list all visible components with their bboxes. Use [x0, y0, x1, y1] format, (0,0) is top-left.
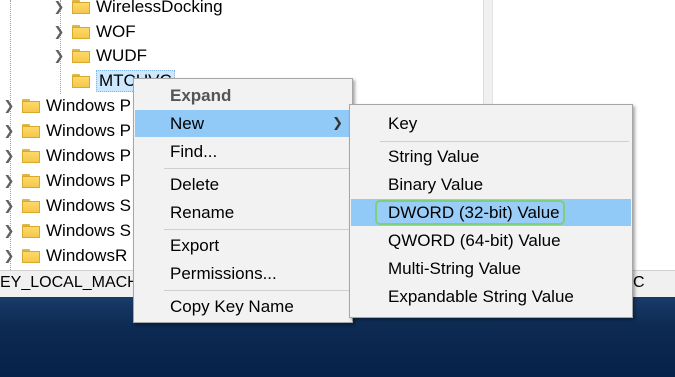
tree-item-label: Windows P	[46, 145, 132, 165]
tree-item-label: Windows P	[46, 95, 132, 115]
chevron-right-icon[interactable]: ❯	[52, 0, 66, 14]
menu-item-new[interactable]: New ❯	[135, 110, 351, 137]
folder-icon	[22, 98, 40, 113]
tree-item[interactable]: ❯ WUDF	[52, 43, 147, 68]
menu-item-string-value[interactable]: String Value	[351, 143, 631, 170]
chevron-right-icon[interactable]: ❯	[2, 98, 16, 113]
menu-item-label: Find...	[170, 141, 218, 161]
chevron-right-icon[interactable]: ❯	[2, 198, 16, 213]
tree-item-label: WOF	[96, 21, 136, 41]
tree-item-label: Windows P	[46, 170, 132, 190]
menu-item-rename[interactable]: Rename	[135, 199, 351, 226]
menu-item-label: Key	[388, 113, 418, 133]
menu-item-label: String Value	[388, 146, 480, 166]
folder-icon	[72, 24, 90, 39]
folder-icon	[22, 173, 40, 188]
folder-icon	[72, 48, 90, 63]
menu-item-qword-value[interactable]: QWORD (64-bit) Value	[351, 227, 631, 254]
folder-icon	[22, 123, 40, 138]
menu-item-dword-value[interactable]: DWORD (32-bit) Value	[351, 199, 631, 226]
tree-item[interactable]: ❯ Windows S	[2, 193, 131, 218]
chevron-right-icon[interactable]: ❯	[2, 248, 16, 263]
menu-item-copy-key-name[interactable]: Copy Key Name	[135, 293, 351, 320]
tree-item[interactable]: ❯ Windows P	[2, 93, 131, 118]
menu-item-label: Permissions...	[170, 263, 277, 283]
tree-item-label: WirelessDocking	[96, 0, 223, 16]
chevron-right-icon[interactable]: ❯	[2, 223, 16, 238]
folder-icon	[22, 248, 40, 263]
menu-separator	[164, 229, 349, 230]
context-menu: Expand New ❯ Find... Delete Rename Expor…	[133, 78, 353, 323]
menu-item-label: QWORD (64-bit) Value	[388, 230, 561, 250]
folder-icon	[22, 148, 40, 163]
tree-item-label: Windows S	[46, 195, 132, 215]
menu-item-label: Binary Value	[388, 174, 484, 194]
menu-item-find[interactable]: Find...	[135, 138, 351, 165]
chevron-right-icon[interactable]: ❯	[52, 24, 66, 39]
submenu-arrow-icon: ❯	[332, 115, 343, 130]
menu-item-label: New	[170, 113, 205, 133]
menu-item-permissions[interactable]: Permissions...	[135, 260, 351, 287]
menu-item-label: Multi-String Value	[388, 258, 521, 278]
folder-icon	[22, 223, 40, 238]
menu-separator	[164, 168, 349, 169]
folder-icon	[72, 0, 90, 14]
tree-item[interactable]: ❯ Windows S	[2, 218, 131, 243]
chevron-right-icon[interactable]: ❯	[2, 173, 16, 188]
menu-item-export[interactable]: Export	[135, 232, 351, 259]
tree-item-label: WindowsR	[46, 245, 128, 265]
menu-separator	[164, 290, 349, 291]
tree-item[interactable]: ❯ WOF	[52, 19, 136, 44]
chevron-right-icon[interactable]: ❯	[2, 148, 16, 163]
menu-separator	[380, 141, 629, 142]
menu-item-label: Expand	[170, 85, 232, 105]
tree-item[interactable]: ❯ Windows P	[2, 168, 131, 193]
menu-item-label: Export	[170, 235, 220, 255]
tree-item[interactable]: ❯ WirelessDocking	[52, 0, 223, 19]
folder-icon	[72, 73, 90, 88]
menu-item-label: DWORD (32-bit) Value	[388, 202, 560, 222]
menu-item-expandable-string-value[interactable]: Expandable String Value	[351, 283, 631, 310]
menu-item-label: Copy Key Name	[170, 296, 294, 316]
folder-icon	[22, 198, 40, 213]
tree-item[interactable]: ❯ Windows P	[2, 118, 131, 143]
registry-editor-screenshot: ❯ WirelessDocking ❯ WOF ❯ WUDF MTCUVC ❯ …	[0, 0, 675, 377]
menu-item-multi-string-value[interactable]: Multi-String Value	[351, 255, 631, 282]
menu-item-expand[interactable]: Expand	[135, 82, 351, 109]
tree-item-label: Windows S	[46, 220, 132, 240]
menu-item-key[interactable]: Key	[351, 110, 631, 137]
menu-item-label: Expandable String Value	[388, 286, 574, 306]
tree-item[interactable]: ❯ WindowsR	[2, 243, 128, 268]
menu-item-label: Delete	[170, 174, 220, 194]
new-submenu: Key String Value Binary Value DWORD (32-…	[349, 104, 633, 318]
status-path-tail: C	[633, 274, 645, 291]
tree-item[interactable]: ❯ Windows P	[2, 143, 131, 168]
menu-item-label: Rename	[170, 202, 235, 222]
menu-item-binary-value[interactable]: Binary Value	[351, 171, 631, 198]
chevron-right-icon[interactable]: ❯	[52, 48, 66, 63]
tree-item-label: WUDF	[96, 45, 147, 65]
chevron-right-icon[interactable]: ❯	[2, 123, 16, 138]
tree-item-label: Windows P	[46, 120, 132, 140]
status-path: EY_LOCAL_MACH	[0, 274, 139, 291]
menu-item-delete[interactable]: Delete	[135, 171, 351, 198]
